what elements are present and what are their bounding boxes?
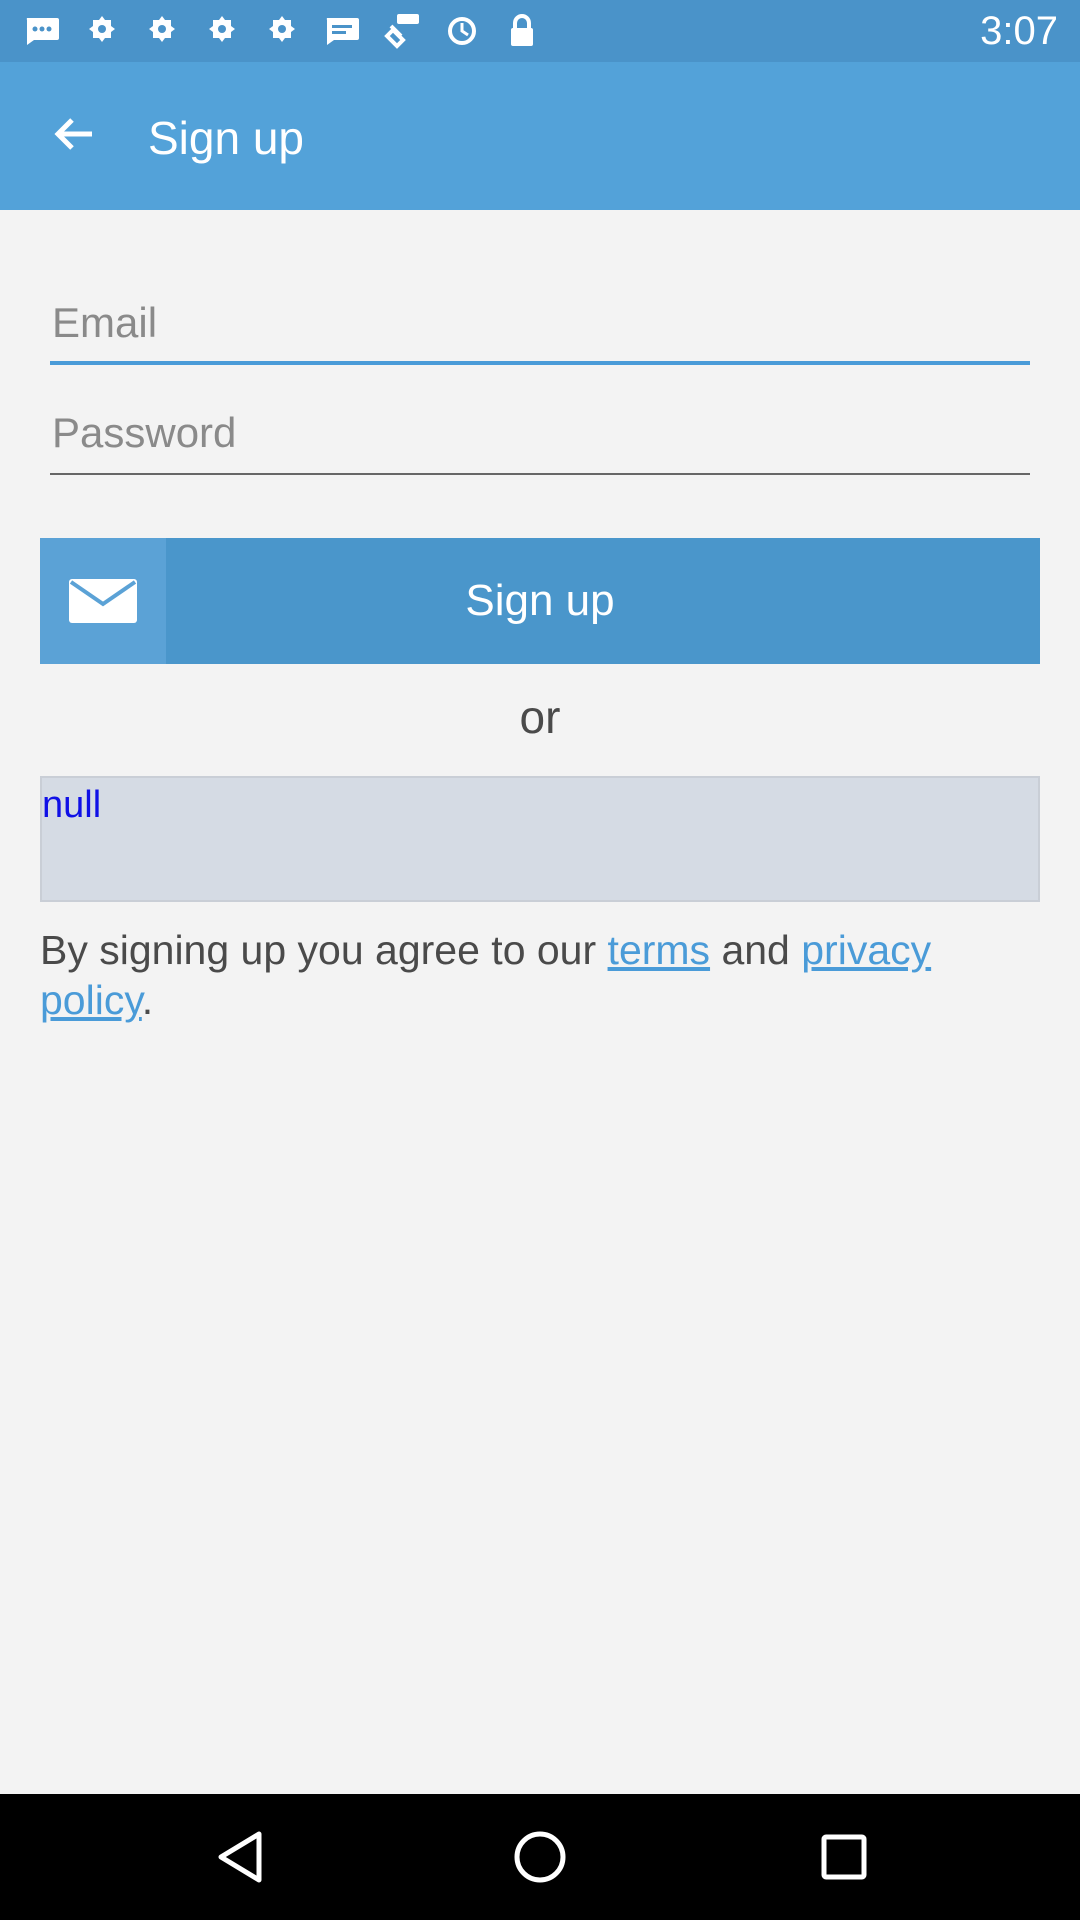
terms-middle: and (710, 927, 802, 973)
status-bar: 3:07 (0, 0, 1080, 62)
fake-gps-icon (382, 11, 422, 51)
gear-icon (142, 11, 182, 51)
system-status: 3:07 (980, 10, 1058, 52)
or-separator: or (519, 691, 561, 743)
password-field[interactable] (50, 395, 1030, 471)
alternate-signup-label: null (42, 784, 102, 826)
terms-suffix: . (141, 977, 154, 1023)
terms-link[interactable]: terms (608, 927, 711, 973)
back-button[interactable] (42, 102, 106, 166)
gear-icon (262, 11, 302, 51)
nav-recents-button[interactable] (814, 1827, 874, 1887)
back-triangle-icon (218, 1831, 262, 1883)
envelope-icon (69, 579, 137, 623)
app-bar: Sign up (0, 62, 1080, 210)
message-icon (322, 11, 362, 51)
signup-button[interactable]: Sign up (40, 538, 1040, 664)
nav-back-button[interactable] (210, 1827, 270, 1887)
notification-icons (22, 10, 542, 52)
recents-square-icon (821, 1834, 867, 1880)
page-title: Sign up (148, 112, 305, 164)
clock: 3:07 (980, 9, 1058, 53)
home-circle-icon (514, 1831, 566, 1883)
gear-icon (202, 11, 242, 51)
email-field[interactable] (50, 285, 1030, 361)
gear-icon (82, 11, 122, 51)
lock-icon (502, 11, 542, 51)
password-field-container (50, 395, 1030, 475)
alternate-signup-button[interactable]: null (40, 776, 1040, 902)
sync-icon (442, 11, 482, 51)
password-underline (50, 473, 1030, 475)
email-underline (50, 361, 1030, 365)
email-field-container (50, 285, 1030, 365)
nav-home-button[interactable] (510, 1827, 570, 1887)
terms-text: By signing up you agree to our terms and… (40, 925, 1040, 1025)
message-icon (22, 11, 62, 51)
signup-button-label: Sign up (465, 576, 615, 625)
terms-prefix: By signing up you agree to our (40, 927, 608, 973)
arrow-left-icon (54, 118, 92, 150)
navigation-bar (0, 1794, 1080, 1920)
signup-icon-box (40, 538, 166, 664)
